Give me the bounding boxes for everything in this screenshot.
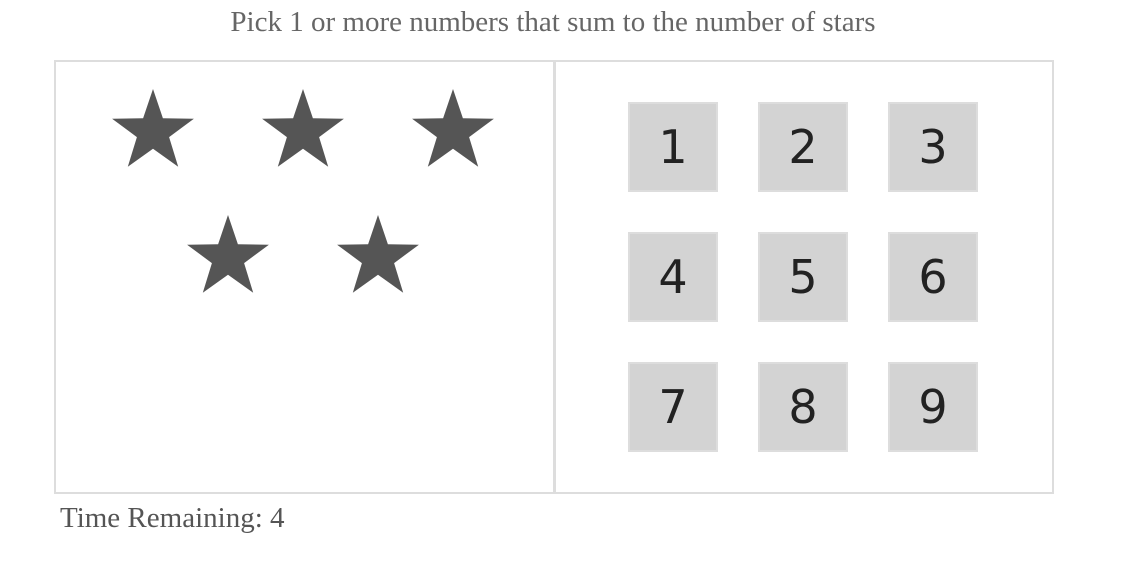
numbers-area: 1 2 3 4 5 6 7 8 9 <box>556 62 1052 492</box>
number-button-7[interactable]: 7 <box>628 362 718 452</box>
number-button-4[interactable]: 4 <box>628 232 718 322</box>
number-button-6[interactable]: 6 <box>888 232 978 322</box>
star-icon <box>336 215 420 295</box>
number-button-9[interactable]: 9 <box>888 362 978 452</box>
star-icon <box>186 215 270 295</box>
time-remaining: Time Remaining: 4 <box>60 500 285 536</box>
number-button-5[interactable]: 5 <box>758 232 848 322</box>
number-button-1[interactable]: 1 <box>628 102 718 192</box>
star-icon <box>261 89 345 169</box>
timer-value: 4 <box>270 502 285 534</box>
number-button-8[interactable]: 8 <box>758 362 848 452</box>
stars-area <box>56 62 553 492</box>
star-icon <box>411 89 495 169</box>
number-button-2[interactable]: 2 <box>758 102 848 192</box>
number-button-3[interactable]: 3 <box>888 102 978 192</box>
star-icon <box>111 89 195 169</box>
timer-label: Time Remaining: <box>60 502 270 534</box>
game-board: 1 2 3 4 5 6 7 8 9 <box>54 60 1054 494</box>
help-text: Pick 1 or more numbers that sum to the n… <box>230 6 876 38</box>
